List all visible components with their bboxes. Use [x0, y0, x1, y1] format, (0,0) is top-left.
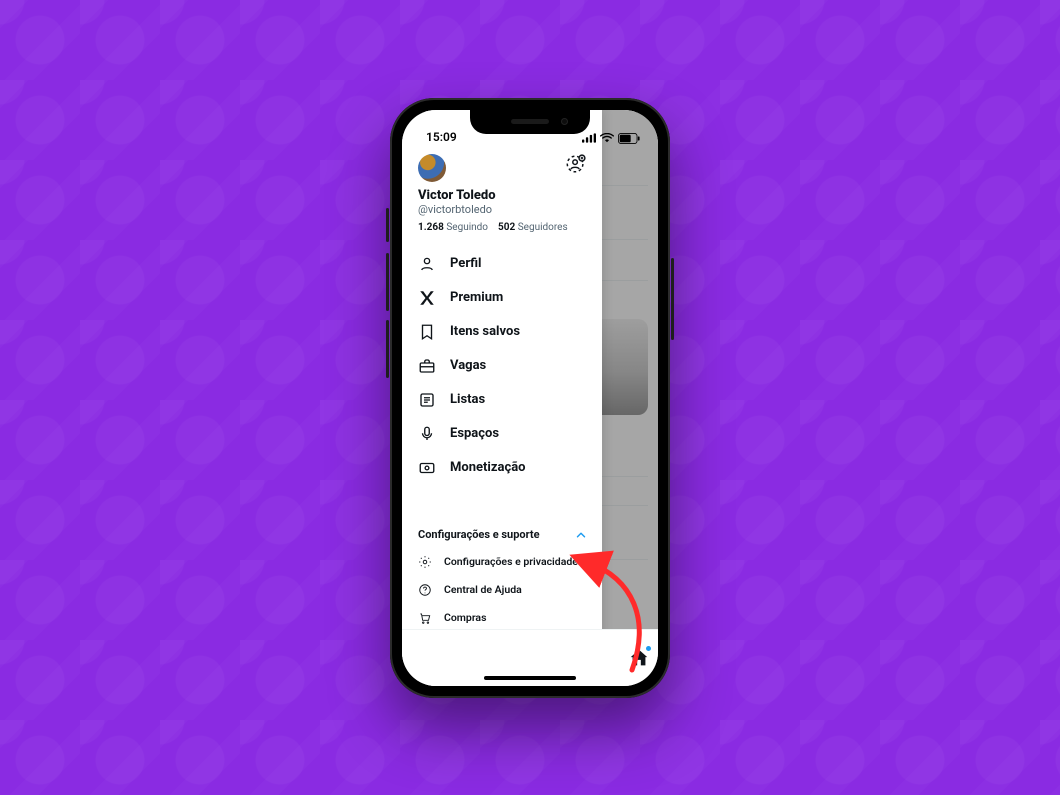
wifi-icon — [600, 133, 614, 143]
app-root: Para você prom ESSA use o — [402, 110, 658, 686]
phone-power-button — [671, 258, 674, 340]
phone-notch — [470, 110, 590, 134]
phone-speaker — [511, 119, 549, 124]
menu-item-jobs[interactable]: Vagas — [418, 349, 588, 383]
menu-item-premium[interactable]: Premium — [418, 281, 588, 315]
help-icon — [418, 583, 432, 597]
phone-volume-up — [386, 253, 389, 311]
bookmark-icon — [418, 323, 436, 341]
followers-count: 502 — [498, 222, 515, 233]
status-time: 15:09 — [422, 130, 457, 144]
list-icon — [418, 391, 436, 409]
followers-stat[interactable]: 502 Seguidores — [498, 222, 568, 233]
money-icon — [418, 459, 436, 477]
menu-label: Espaços — [450, 426, 499, 441]
menu-item-spaces[interactable]: Espaços — [418, 417, 588, 451]
profile-name[interactable]: Victor Toledo — [418, 188, 588, 203]
profile-handle[interactable]: @victorbtoledo — [418, 203, 588, 216]
nav-home[interactable] — [628, 647, 650, 669]
menu-item-lists[interactable]: Listas — [418, 383, 588, 417]
phone-frame: 15:09 — [390, 98, 670, 698]
gear-icon — [418, 555, 432, 569]
submenu-label: Configurações e privacidade — [444, 555, 578, 568]
notification-dot — [646, 646, 651, 651]
submenu-settings-privacy[interactable]: Configurações e privacidade — [418, 548, 588, 576]
settings-support-toggle[interactable]: Configurações e suporte — [418, 522, 588, 548]
status-right-icons — [582, 133, 640, 144]
phone-screen: 15:09 — [402, 110, 658, 686]
navigation-drawer: Victor Toledo @victorbtoledo 1.268 Segui… — [402, 110, 602, 686]
signal-icon — [582, 133, 596, 143]
chevron-up-icon — [574, 528, 588, 542]
phone-mute-switch — [386, 208, 389, 242]
phone-volume-down — [386, 320, 389, 378]
cart-icon — [418, 611, 432, 625]
add-account-button[interactable] — [564, 154, 588, 178]
menu-label: Perfil — [450, 256, 481, 271]
battery-icon — [618, 133, 640, 144]
following-stat[interactable]: 1.268 Seguindo — [418, 222, 488, 233]
submenu-help-center[interactable]: Central de Ajuda — [418, 576, 588, 604]
add-account-icon — [565, 153, 587, 179]
menu-label: Itens salvos — [450, 324, 520, 339]
menu-item-monetization[interactable]: Monetização — [418, 451, 588, 485]
home-indicator — [484, 676, 576, 680]
following-label: Seguindo — [446, 222, 488, 233]
menu-item-bookmarks[interactable]: Itens salvos — [418, 315, 588, 349]
phone-front-camera — [561, 118, 568, 125]
following-count: 1.268 — [418, 222, 444, 233]
avatar[interactable] — [418, 154, 446, 182]
stage: 15:09 — [0, 0, 1060, 795]
submenu-purchases[interactable]: Compras — [418, 604, 588, 632]
submenu-label: Compras — [444, 611, 486, 624]
menu-label: Monetização — [450, 460, 526, 475]
menu-item-profile[interactable]: Perfil — [418, 247, 588, 281]
follow-stats: 1.268 Seguindo 502 Seguidores — [418, 222, 588, 233]
followers-label: Seguidores — [518, 222, 568, 233]
settings-support-label: Configurações e suporte — [418, 528, 540, 541]
drawer-menu: Perfil Premium — [418, 247, 588, 485]
home-icon — [628, 654, 650, 673]
menu-label: Listas — [450, 392, 485, 407]
microphone-icon — [418, 425, 436, 443]
briefcase-icon — [418, 357, 436, 375]
menu-label: Premium — [450, 290, 503, 305]
submenu-label: Central de Ajuda — [444, 583, 522, 596]
x-logo-icon — [418, 289, 436, 307]
profile-icon — [418, 255, 436, 273]
menu-label: Vagas — [450, 358, 486, 373]
